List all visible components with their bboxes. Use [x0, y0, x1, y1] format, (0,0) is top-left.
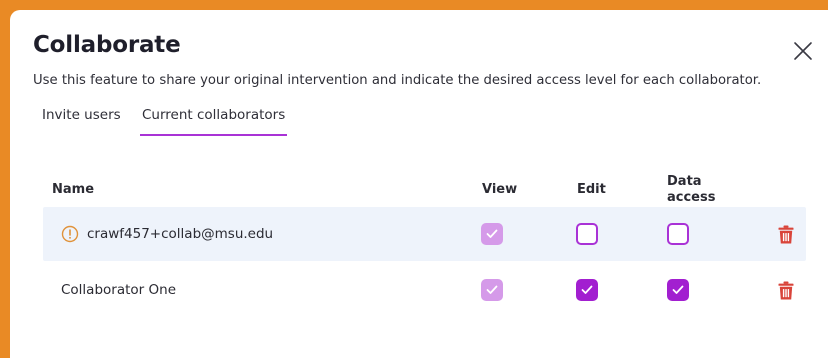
- tab-current-collaborators[interactable]: Current collaborators: [140, 106, 288, 136]
- column-header-data-line1: Data: [667, 174, 702, 189]
- table-row: crawf457+collab@msu.edu: [43, 207, 806, 261]
- view-checkbox[interactable]: [481, 223, 503, 245]
- column-header-view: View: [482, 182, 518, 197]
- table-header: Name View Edit Data access: [43, 165, 811, 213]
- check-icon: [672, 285, 684, 294]
- column-header-data-access: Data access: [667, 174, 727, 206]
- column-header-name: Name: [52, 182, 95, 197]
- delete-collaborator-button[interactable]: [777, 223, 795, 245]
- column-header-edit: Edit: [577, 182, 606, 197]
- collaborate-modal: Collaborate Use this feature to share yo…: [10, 10, 828, 358]
- close-icon: [794, 42, 812, 60]
- delete-collaborator-button[interactable]: [777, 279, 795, 301]
- collaborator-name: crawf457+collab@msu.edu: [87, 226, 274, 242]
- check-icon: [486, 229, 498, 238]
- tab-invite-users[interactable]: Invite users: [42, 106, 121, 134]
- check-icon: [486, 285, 498, 294]
- collaborator-name: Collaborator One: [61, 282, 176, 298]
- column-header-data-line2: access: [667, 190, 716, 205]
- data-access-checkbox[interactable]: [667, 279, 689, 301]
- warning-icon: [61, 225, 79, 243]
- check-icon: [581, 285, 593, 294]
- edit-checkbox[interactable]: [576, 223, 598, 245]
- view-checkbox[interactable]: [481, 279, 503, 301]
- trash-icon: [778, 281, 794, 299]
- table-row: Collaborator One: [43, 263, 806, 317]
- collaborator-name-cell: crawf457+collab@msu.edu: [61, 207, 273, 261]
- edit-checkbox[interactable]: [576, 279, 598, 301]
- data-access-checkbox[interactable]: [667, 223, 689, 245]
- trash-icon: [778, 225, 794, 243]
- close-button[interactable]: [789, 37, 817, 65]
- modal-title: Collaborate: [33, 32, 181, 58]
- modal-description: Use this feature to share your original …: [33, 73, 762, 88]
- collaborator-name-cell: Collaborator One: [61, 263, 176, 317]
